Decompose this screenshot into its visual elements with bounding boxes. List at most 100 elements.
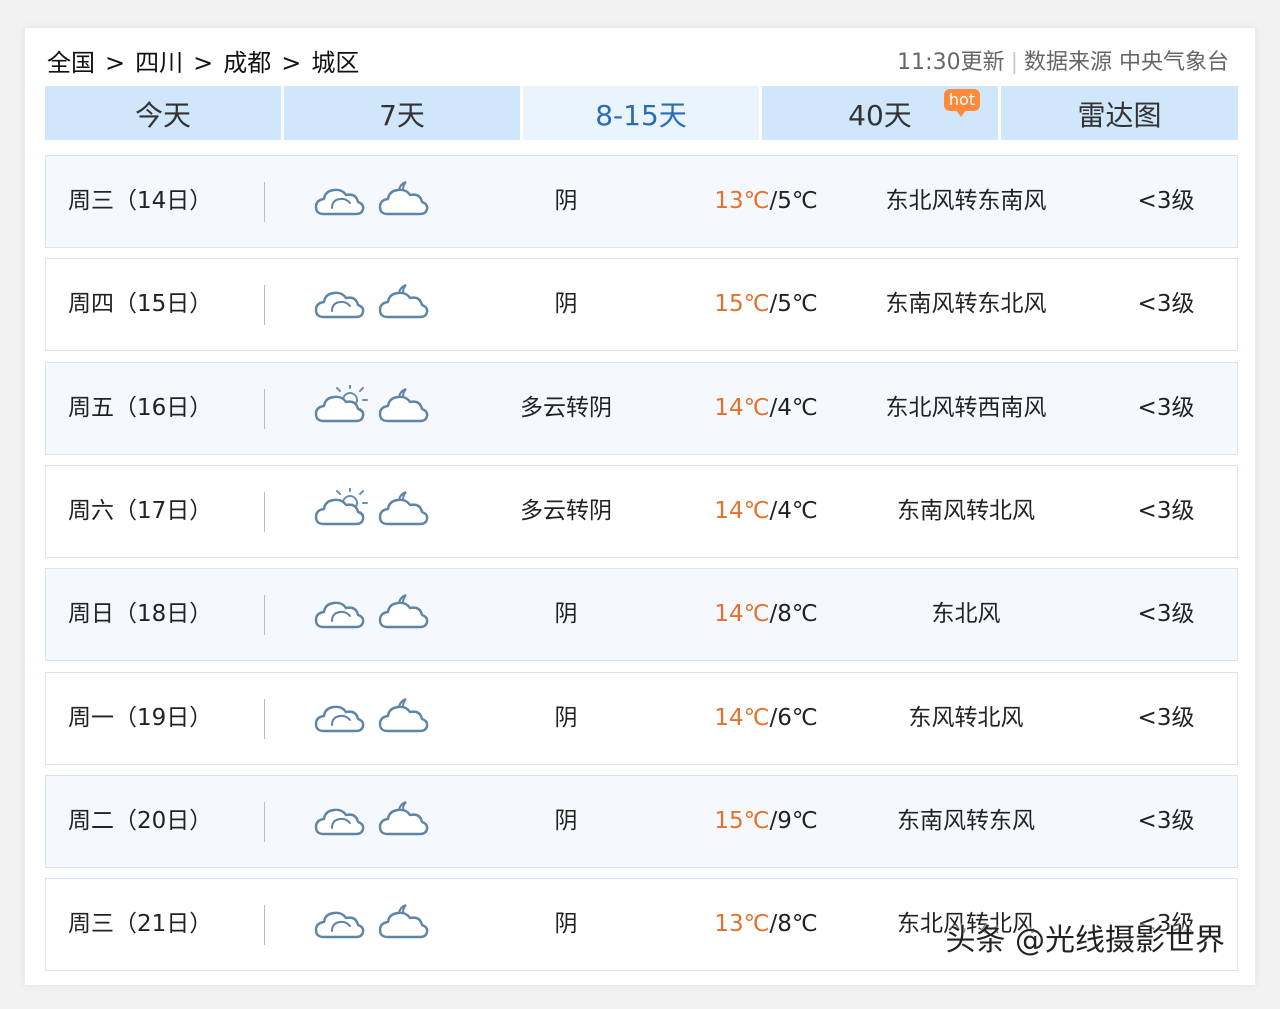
breadcrumb-province[interactable]: 四川 — [135, 49, 183, 77]
temperature-range: 14℃/8℃ — [706, 569, 826, 660]
breadcrumb-separator: > — [193, 49, 214, 77]
forecast-row[interactable]: 周三（14日） 阴 13℃/5℃ 东北风转东南风 <3级 — [45, 155, 1238, 248]
partly-cloudy-icon — [314, 487, 368, 526]
tab-label: 40天 — [848, 99, 912, 132]
cloudy-night-icon — [378, 697, 429, 732]
wind-direction: 东风转北风 — [908, 704, 1024, 731]
weather-icons — [312, 156, 432, 247]
high-temperature: 14℃ — [714, 704, 770, 731]
breadcrumb-separator: > — [105, 49, 126, 77]
wind-direction: 东北风转东南风 — [885, 188, 1047, 214]
high-temperature: 14℃ — [714, 497, 770, 524]
weather-icons — [312, 259, 432, 350]
forecast-row[interactable]: 周六（17日） 多云转阴 14℃/4℃ 东南风转北风 <3级 — [45, 464, 1238, 558]
weather-icons — [312, 569, 432, 660]
forecast-row[interactable]: 周一（19日） 阴 14℃/6℃ 东风转北风 <3级 — [45, 671, 1238, 765]
temperature-range: 13℃/8℃ — [706, 879, 826, 970]
wind-level: <3级 — [1137, 807, 1195, 834]
low-temperature: 6℃ — [777, 704, 818, 731]
wind-direction: 东南风转北风 — [897, 497, 1035, 524]
partly-cloudy-icon — [314, 384, 368, 422]
top-bar: 全国 > 四川 > 成都 > 城区 11:30更新 | 数据来源 中央气象台 — [47, 46, 1233, 80]
wind-level: <3级 — [1137, 394, 1195, 421]
high-temperature: 13℃ — [714, 911, 770, 938]
day-label: 周三（21日） — [68, 911, 213, 938]
cloudy-night-icon — [378, 181, 429, 216]
temperature-range: 14℃/4℃ — [706, 466, 826, 557]
tab-label: 8-15天 — [595, 99, 687, 132]
cloudy-night-icon — [378, 800, 429, 835]
row-divider — [264, 801, 265, 842]
tab-radar[interactable]: 雷达图 — [1001, 86, 1238, 140]
wind-level: <3级 — [1137, 704, 1195, 731]
cloudy-icon — [314, 188, 365, 216]
tab-40-day[interactable]: 40天 hot — [762, 86, 998, 140]
forecast-row[interactable]: 周二（20日） 阴 15℃/9℃ 东南风转东风 <3级 — [45, 774, 1238, 868]
weather-description: 阴 — [554, 807, 578, 834]
weather-description: 阴 — [554, 911, 578, 938]
cloudy-night-icon — [378, 490, 429, 526]
cloudy-icon — [314, 601, 365, 629]
high-temperature: 15℃ — [714, 807, 770, 834]
data-source: 数据来源 中央气象台 — [1024, 50, 1229, 75]
row-divider — [264, 491, 265, 532]
tab-today[interactable]: 今天 — [45, 86, 281, 140]
low-temperature: 5℃ — [777, 291, 818, 318]
wind-direction: 东南风转东风 — [897, 807, 1035, 834]
forecast-row[interactable]: 周四（15日） 阴 15℃/5℃ 东南风转东北风 <3级 — [45, 258, 1238, 352]
forecast-row[interactable]: 周五（16日） 多云转阴 14℃/4℃ 东北风转西南风 <3级 — [45, 361, 1238, 455]
high-temperature: 13℃ — [714, 188, 770, 214]
weather-icons — [312, 673, 432, 764]
row-divider — [264, 595, 265, 636]
cloudy-night-icon — [378, 387, 429, 422]
weather-description: 多云转阴 — [520, 497, 612, 524]
high-temperature: 14℃ — [714, 601, 770, 628]
weather-description: 多云转阴 — [520, 394, 612, 421]
low-temperature: 4℃ — [777, 497, 818, 524]
meta-divider: | — [1010, 50, 1018, 75]
wind-direction: 东北风 — [931, 601, 1001, 628]
low-temperature: 8℃ — [777, 601, 818, 628]
row-divider — [264, 182, 265, 222]
row-divider — [264, 388, 265, 429]
temperature-range: 15℃/5℃ — [706, 259, 826, 350]
weather-description: 阴 — [554, 291, 578, 318]
tab-8-15-day[interactable]: 8-15天 — [523, 86, 759, 140]
tab-7-day[interactable]: 7天 — [284, 86, 520, 140]
day-label: 周五（16日） — [68, 394, 213, 421]
cloudy-icon — [314, 705, 365, 732]
weather-icons — [312, 363, 432, 454]
weather-icons — [312, 776, 432, 867]
tab-label: 7天 — [379, 99, 425, 132]
low-temperature: 4℃ — [777, 394, 818, 421]
row-divider — [264, 905, 265, 946]
temperature-range: 14℃/6℃ — [706, 673, 826, 764]
day-label: 周六（17日） — [68, 497, 213, 524]
cloudy-night-icon — [378, 284, 429, 319]
watermark: 头条 @光线摄影世界 — [945, 923, 1225, 958]
weather-icons — [312, 466, 432, 557]
temperature-range: 13℃/5℃ — [706, 156, 826, 247]
tab-label: 今天 — [134, 99, 191, 132]
breadcrumb-city[interactable]: 成都 — [223, 49, 271, 77]
cloudy-icon — [314, 291, 365, 319]
day-label: 周一（19日） — [68, 704, 213, 731]
breadcrumb-national[interactable]: 全国 — [47, 49, 95, 77]
weather-description: 阴 — [554, 704, 578, 731]
day-label: 周四（15日） — [68, 291, 213, 318]
breadcrumb-district: 城区 — [311, 49, 360, 77]
cloudy-icon — [314, 911, 365, 939]
day-label: 周二（20日） — [68, 807, 213, 834]
day-label: 周三（14日） — [68, 188, 213, 214]
forecast-row[interactable]: 周日（18日） 阴 14℃/8℃ 东北风 <3级 — [45, 568, 1238, 662]
weather-description: 阴 — [554, 188, 578, 214]
weather-icons — [312, 879, 432, 970]
cloudy-night-icon — [378, 904, 429, 939]
wind-level: <3级 — [1137, 497, 1195, 524]
update-time: 11:30更新 — [897, 50, 1005, 75]
row-divider — [264, 285, 265, 326]
row-divider — [264, 698, 265, 739]
wind-level: <3级 — [1137, 291, 1195, 318]
cloudy-icon — [314, 808, 365, 835]
high-temperature: 14℃ — [714, 394, 770, 421]
